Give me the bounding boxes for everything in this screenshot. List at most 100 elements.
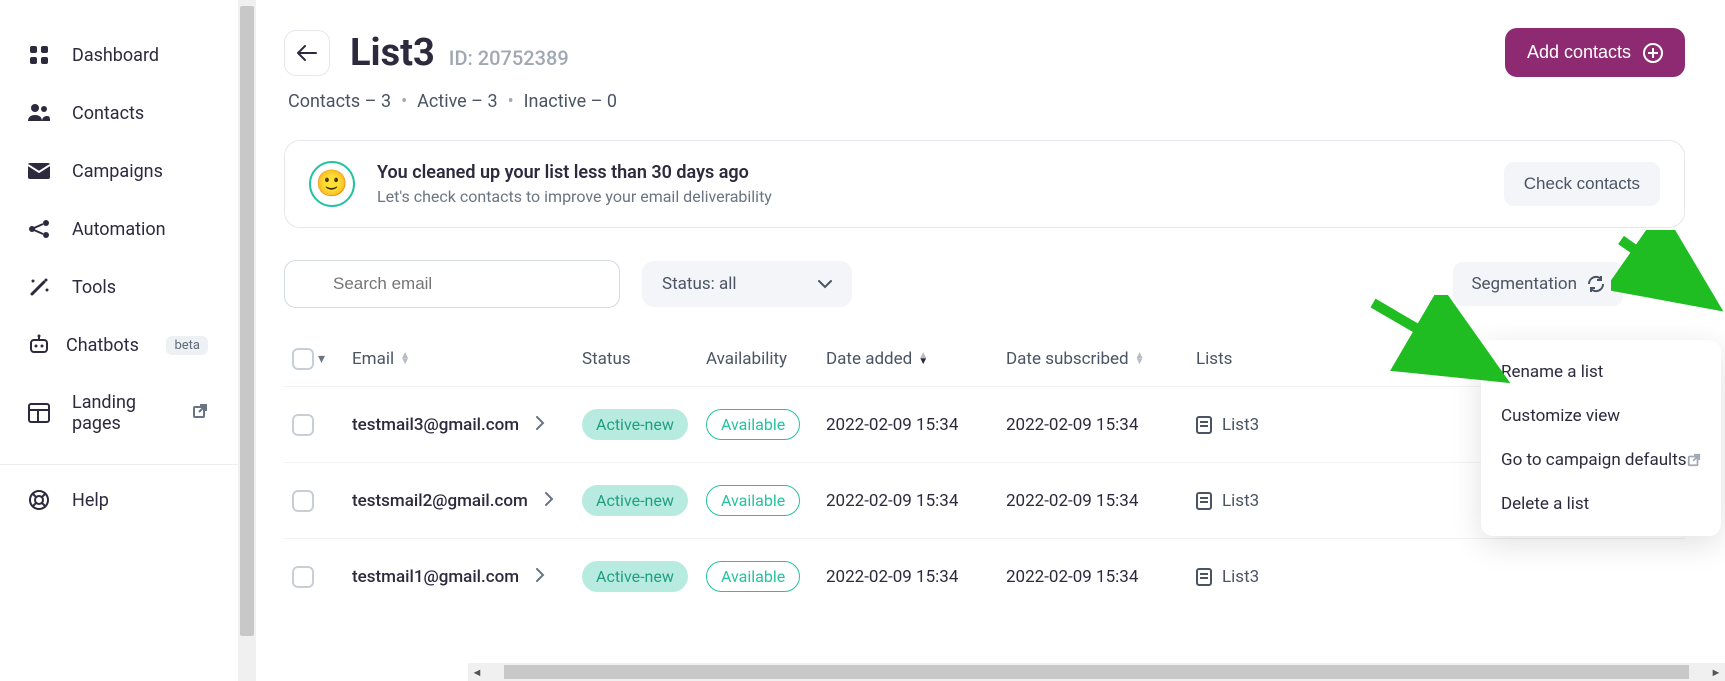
sidebar-item-automation[interactable]: Automation — [0, 200, 256, 258]
sidebar-scrollbar[interactable] — [238, 0, 256, 681]
horizontal-scrollbar[interactable]: ◄ ► — [468, 663, 1725, 681]
wand-icon — [28, 276, 50, 298]
sidebar-item-label: Landing pages — [72, 392, 162, 434]
column-email[interactable]: Email▲▼ — [352, 349, 582, 369]
tools-row: Status: all Segmentation — [284, 260, 1685, 308]
list-id: ID: 20752389 — [449, 46, 569, 70]
chevron-right-icon[interactable] — [535, 567, 545, 587]
availability-badge: Available — [706, 485, 800, 516]
sidebar-item-tools[interactable]: Tools — [0, 258, 256, 316]
column-date-subscribed[interactable]: Date subscribed▲▼ — [1006, 349, 1196, 369]
row-list: List3 — [1222, 415, 1259, 435]
row-checkbox[interactable] — [292, 566, 314, 588]
scroll-right-icon[interactable]: ► — [1707, 666, 1725, 679]
sidebar-item-campaigns[interactable]: Campaigns — [0, 142, 256, 200]
sidebar-item-help[interactable]: Help — [0, 471, 256, 529]
chevron-right-icon[interactable] — [535, 415, 545, 435]
segmentation-button[interactable]: Segmentation — [1453, 262, 1623, 306]
grid-icon — [28, 44, 50, 66]
mail-icon — [28, 160, 50, 182]
layout-icon — [28, 402, 50, 424]
dropdown-delete-list[interactable]: Delete a list — [1481, 482, 1721, 526]
column-status: Status — [582, 349, 706, 369]
list-options-dropdown: Rename a list Customize view Go to campa… — [1481, 340, 1721, 536]
stat-inactive: Inactive – 0 — [524, 91, 617, 112]
sidebar-item-label: Contacts — [72, 103, 144, 124]
add-contacts-button[interactable]: Add contacts — [1505, 28, 1685, 77]
search-input[interactable] — [284, 260, 620, 308]
dropdown-rename-list[interactable]: Rename a list — [1481, 350, 1721, 394]
status-badge: Active-new — [582, 485, 688, 516]
sidebar-item-landing-pages[interactable]: Landing pages — [0, 374, 256, 452]
external-link-icon — [1687, 453, 1701, 467]
column-lists: Lists — [1196, 349, 1336, 369]
refresh-icon — [1587, 275, 1605, 293]
sidebar-item-label: Chatbots — [66, 335, 139, 356]
lifebuoy-icon — [28, 489, 50, 511]
row-date-added: 2022-02-09 15:34 — [826, 415, 1006, 435]
sidebar-item-contacts[interactable]: Contacts — [0, 84, 256, 142]
row-email: testmail3@gmail.com — [352, 415, 519, 435]
column-availability: Availability — [706, 349, 826, 369]
check-contacts-button[interactable]: Check contacts — [1504, 162, 1660, 206]
table-row[interactable]: testmail1@gmail.com Active-new Available… — [284, 538, 1685, 614]
stats-row: Contacts – 3 • Active – 3 • Inactive – 0 — [288, 91, 1685, 112]
chevron-down-icon[interactable]: ▾ — [318, 351, 325, 367]
row-list: List3 — [1222, 491, 1259, 511]
stat-contacts: Contacts – 3 — [288, 91, 391, 112]
availability-badge: Available — [706, 561, 800, 592]
arrow-left-icon — [297, 45, 317, 61]
status-badge: Active-new — [582, 409, 688, 440]
row-list: List3 — [1222, 567, 1259, 587]
list-icon — [1196, 416, 1212, 434]
list-icon — [1196, 568, 1212, 586]
sidebar-item-label: Help — [72, 490, 109, 511]
external-link-icon — [192, 403, 208, 424]
table-header: ▾ Email▲▼ Status Availability Date added… — [284, 332, 1685, 386]
scroll-left-icon[interactable]: ◄ — [468, 666, 486, 679]
list-icon — [1196, 492, 1212, 510]
sidebar-item-dashboard[interactable]: Dashboard — [0, 26, 256, 84]
status-badge: Active-new — [582, 561, 688, 592]
status-filter[interactable]: Status: all — [642, 261, 852, 307]
chevron-right-icon[interactable] — [544, 491, 554, 511]
stat-active: Active – 3 — [417, 91, 497, 112]
robot-icon — [28, 334, 50, 356]
people-icon — [28, 102, 50, 124]
sidebar-item-chatbots[interactable]: Chatbots beta — [0, 316, 256, 374]
share-icon — [28, 218, 50, 240]
chevron-down-icon — [818, 279, 832, 289]
row-date-added: 2022-02-09 15:34 — [826, 567, 1006, 587]
table-row[interactable]: testsmail2@gmail.com Active-new Availabl… — [284, 462, 1685, 538]
back-button[interactable] — [284, 30, 330, 76]
alert-subtitle: Let's check contacts to improve your ema… — [377, 187, 772, 206]
page-header: List3 ID: 20752389 Add contacts — [284, 28, 1685, 77]
beta-badge: beta — [166, 336, 208, 355]
dropdown-campaign-defaults[interactable]: Go to campaign defaults — [1481, 438, 1721, 482]
row-date-subscribed: 2022-02-09 15:34 — [1006, 415, 1196, 435]
row-date-subscribed: 2022-02-09 15:34 — [1006, 491, 1196, 511]
sidebar-item-label: Automation — [72, 219, 166, 240]
row-email: testmail1@gmail.com — [352, 567, 519, 587]
page-title: List3 — [350, 31, 435, 75]
sidebar-item-label: Dashboard — [72, 45, 159, 66]
smiley-icon: 🙂 — [309, 161, 355, 207]
table: ▾ Email▲▼ Status Availability Date added… — [284, 332, 1685, 614]
table-row[interactable]: testmail3@gmail.com Active-new Available… — [284, 386, 1685, 462]
main-content: List3 ID: 20752389 Add contacts Contacts… — [256, 0, 1725, 681]
alert-card: 🙂 You cleaned up your list less than 30 … — [284, 140, 1685, 228]
column-date-added[interactable]: Date added▲▼ — [826, 349, 1006, 369]
select-all-checkbox[interactable] — [292, 348, 314, 370]
sidebar: Dashboard Contacts Campaigns Automation … — [0, 0, 256, 681]
alert-title: You cleaned up your list less than 30 da… — [377, 162, 772, 183]
row-date-subscribed: 2022-02-09 15:34 — [1006, 567, 1196, 587]
row-email: testsmail2@gmail.com — [352, 491, 528, 511]
availability-badge: Available — [706, 409, 800, 440]
divider — [0, 464, 256, 465]
plus-circle-icon — [1643, 43, 1663, 63]
more-options-button[interactable] — [1645, 264, 1685, 304]
row-checkbox[interactable] — [292, 414, 314, 436]
row-checkbox[interactable] — [292, 490, 314, 512]
dropdown-customize-view[interactable]: Customize view — [1481, 394, 1721, 438]
sidebar-item-label: Campaigns — [72, 161, 163, 182]
